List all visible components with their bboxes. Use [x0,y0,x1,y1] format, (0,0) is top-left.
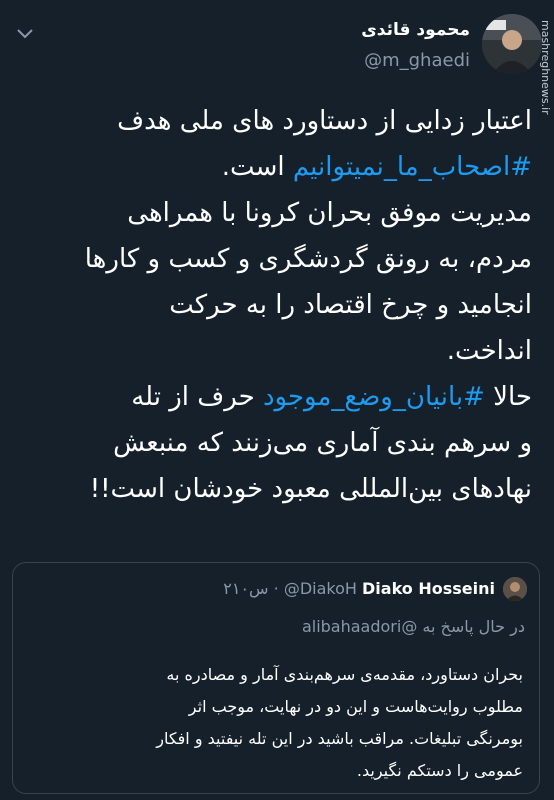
tweet-line: و سرهم بندی آماری می‌زنند که منبعش [113,428,532,458]
tweet-line: #اصحاب_ما_نمیتوانیم است. [221,152,532,182]
quoted-line: بومرنگی تبلیغات. مراقب باشید در این تله … [156,729,523,748]
quoted-line: بحران دستاورد، مقدمه‌ی سرهم‌بندی آمار و … [166,665,523,684]
replying-to: در حال پاسخ به @alibahaadori [302,617,525,636]
tweet-line: انجامید و چرخ اقتصاد را به حرکت [169,290,532,320]
quoted-line: مطلوب روایت‌هاست و این دو در نهایت، موجب… [188,697,523,716]
quoted-display-name[interactable]: Diako Hosseini [362,579,495,598]
author-display-name[interactable]: محمود قائدی [361,20,470,40]
hashtag-link[interactable]: #بانیان_وضع_موجود [263,382,485,412]
quoted-tweet[interactable]: ۲۱۰س · @DiakoH Diako Hosseini در حال پاس… [12,562,540,794]
tweet-header: محمود قائدی @m_ghaedi [0,0,554,92]
tweet-line: مدیریت موفق بحران کرونا با همراهی [127,198,532,228]
tweet-text: اعتبار زدایی از دستاورد های ملی هدف #اصح… [22,98,532,512]
quoted-line: عمومی را دستکم نگیرید. [356,761,523,780]
quoted-header: ۲۱۰س · @DiakoH Diako Hosseini [223,579,495,598]
quoted-text: بحران دستاورد، مقدمه‌ی سرهم‌بندی آمار و … [29,659,523,787]
source-watermark: mashreghnews.ir [539,20,552,115]
tweet-line: حالا #بانیان_وضع_موجود حرف از تله [131,382,532,412]
tweet-line: نهادهای بین‌المللی معبود خودشان است!! [89,474,532,504]
hashtag-link[interactable]: #اصحاب_ما_نمیتوانیم [293,152,532,182]
author-names: محمود قائدی @m_ghaedi [361,20,470,71]
author-avatar[interactable] [482,14,542,74]
author-handle[interactable]: @m_ghaedi [361,50,470,71]
avatar-portrait-icon [482,14,542,74]
replying-to-handle[interactable]: @alibahaadori [302,617,417,636]
tweet-line: انداخت. [446,336,532,366]
quoted-time[interactable]: ۲۱۰س [223,579,268,598]
quoted-handle[interactable]: @DiakoH [284,579,357,598]
tweet-line: اعتبار زدایی از دستاورد های ملی هدف [117,106,532,136]
quoted-author-avatar[interactable] [503,577,527,601]
tweet-line: مردم، به رونق گردشگری و کسب و کارها [84,244,532,274]
chevron-down-icon[interactable] [14,26,36,42]
replying-to-label: در حال پاسخ به [422,617,525,636]
avatar-portrait-icon [503,577,527,601]
